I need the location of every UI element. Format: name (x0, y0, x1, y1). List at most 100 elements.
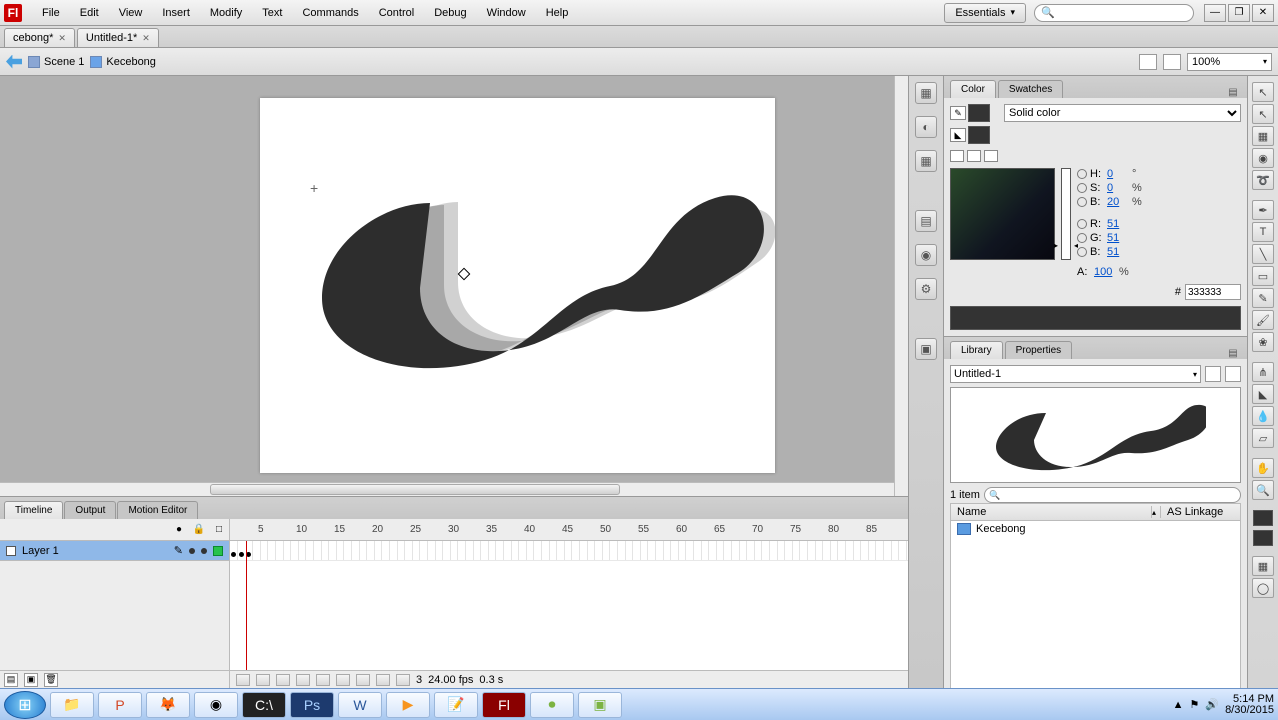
minimize-button[interactable]: — (1204, 4, 1226, 22)
doc-tab-untitled1[interactable]: Untitled-1*✕ (77, 28, 159, 47)
library-header[interactable]: Name▴ AS Linkage (950, 503, 1241, 521)
menu-text[interactable]: Text (252, 3, 292, 23)
taskbar-notes[interactable]: 📝 (434, 692, 478, 718)
delete-layer-button[interactable]: 🗑 (44, 673, 58, 687)
lock-icon[interactable]: 🔒 (193, 524, 205, 536)
lasso-tool[interactable]: ➰ (1252, 170, 1274, 190)
edit-symbols-icon[interactable] (1163, 54, 1181, 70)
bl-value[interactable]: 51 (1107, 246, 1129, 258)
stroke-swatch[interactable] (968, 104, 990, 122)
tab-color[interactable]: Color (950, 80, 996, 98)
zoom-dropdown[interactable]: 100% (1187, 53, 1272, 71)
menu-file[interactable]: File (32, 3, 70, 23)
eraser-tool[interactable]: ▱ (1252, 428, 1274, 448)
color-picker[interactable] (950, 168, 1055, 260)
system-tray[interactable]: ▲ ⚑ 🔊 5:14 PM 8/30/2015 (1173, 694, 1274, 716)
last-frame-button[interactable] (316, 674, 330, 686)
tray-icon[interactable]: ⚑ (1189, 698, 1199, 711)
brush-tool[interactable]: 🖌 (1252, 310, 1274, 330)
tab-output[interactable]: Output (64, 501, 116, 519)
library-item[interactable]: Kecebong (951, 521, 1240, 537)
menu-commands[interactable]: Commands (292, 3, 368, 23)
library-search[interactable]: 🔍 (984, 487, 1241, 503)
first-frame-button[interactable] (236, 674, 250, 686)
tool-option[interactable]: ▦ (1252, 556, 1274, 576)
doc-tab-cebong[interactable]: cebong*✕ (4, 28, 75, 47)
taskbar-cmd[interactable]: C:\ (242, 692, 286, 718)
tray-icon[interactable]: 🔊 (1205, 698, 1219, 711)
panel-icon[interactable]: ⚙ (915, 278, 937, 300)
h-value[interactable]: 0 (1107, 168, 1129, 180)
layer-name[interactable]: Layer 1 (22, 545, 168, 557)
radio-s[interactable] (1077, 183, 1087, 193)
free-transform-tool[interactable]: ▦ (1252, 126, 1274, 146)
menu-control[interactable]: Control (369, 3, 424, 23)
panel-icon[interactable]: ▦ (915, 82, 937, 104)
edit-scene-icon[interactable] (1139, 54, 1157, 70)
edit-multi-button[interactable] (376, 674, 390, 686)
stroke-color[interactable] (1253, 510, 1273, 526)
outline-color[interactable] (213, 546, 223, 556)
onion-skin-button[interactable] (336, 674, 350, 686)
pencil-tool[interactable]: ✎ (1252, 288, 1274, 308)
frame-ruler[interactable]: 510152025303540455055606570758085 (230, 519, 908, 540)
zoom-tool[interactable]: 🔍 (1252, 480, 1274, 500)
deco-tool[interactable]: ❀ (1252, 332, 1274, 352)
close-icon[interactable]: ✕ (142, 33, 150, 44)
bw-button[interactable] (950, 150, 964, 162)
radio-b[interactable] (1077, 197, 1087, 207)
start-button[interactable]: ⊞ (4, 691, 46, 719)
play-button[interactable] (276, 674, 290, 686)
taskbar-flash[interactable]: Fl (482, 692, 526, 718)
tab-swatches[interactable]: Swatches (998, 80, 1063, 98)
taskbar-chrome[interactable]: ◉ (194, 692, 238, 718)
taskbar-camtasia[interactable]: ⏺ (530, 692, 574, 718)
menu-edit[interactable]: Edit (70, 3, 109, 23)
close-button[interactable]: ✕ (1252, 4, 1274, 22)
stage[interactable]: + (260, 98, 775, 473)
onion-markers-button[interactable] (396, 674, 410, 686)
line-tool[interactable]: ╲ (1252, 244, 1274, 264)
new-layer-button[interactable]: ▤ (4, 673, 18, 687)
a-value[interactable]: 100 (1094, 266, 1116, 278)
library-doc-select[interactable]: Untitled-1 (950, 365, 1201, 383)
onion-outline-button[interactable] (356, 674, 370, 686)
hue-slider[interactable]: ◂▸ (1061, 168, 1071, 260)
close-icon[interactable]: ✕ (58, 33, 66, 44)
taskbar-photoshop[interactable]: Ps (290, 692, 334, 718)
r-value[interactable]: 51 (1107, 218, 1129, 230)
taskbar-powerpoint[interactable]: P (98, 692, 142, 718)
lock-dot[interactable] (201, 548, 207, 554)
outline-icon[interactable]: □ (213, 524, 225, 536)
3d-rotation-tool[interactable]: ◉ (1252, 148, 1274, 168)
bone-tool[interactable]: ⋔ (1252, 362, 1274, 382)
menu-window[interactable]: Window (477, 3, 536, 23)
new-lib-button[interactable] (1225, 366, 1241, 382)
tool-option[interactable]: ◯ (1252, 578, 1274, 598)
b-value[interactable]: 20 (1107, 196, 1129, 208)
panel-icon[interactable]: ▣ (915, 338, 937, 360)
visible-dot[interactable] (189, 548, 195, 554)
nocolor-button[interactable] (967, 150, 981, 162)
tab-library[interactable]: Library (950, 341, 1003, 359)
g-value[interactable]: 51 (1107, 232, 1129, 244)
stage-area[interactable]: + (0, 76, 908, 496)
workspace-switcher[interactable]: Essentials (944, 3, 1026, 23)
tab-timeline[interactable]: Timeline (4, 501, 63, 519)
rectangle-tool[interactable]: ▭ (1252, 266, 1274, 286)
symbol-crumb[interactable]: Kecebong (106, 56, 156, 68)
panel-icon[interactable]: ▤ (915, 210, 937, 232)
taskbar-media[interactable]: ▶ (386, 692, 430, 718)
eye-icon[interactable]: ● (173, 524, 185, 536)
panel-menu-icon[interactable]: ▤ (1225, 87, 1241, 98)
menu-help[interactable]: Help (536, 3, 579, 23)
s-value[interactable]: 0 (1107, 182, 1129, 194)
menu-view[interactable]: View (109, 3, 153, 23)
tab-properties[interactable]: Properties (1005, 341, 1073, 359)
swap-button[interactable] (984, 150, 998, 162)
fill-swatch[interactable] (968, 126, 990, 144)
panel-icon[interactable]: ◐ (915, 116, 937, 138)
panel-menu-icon[interactable]: ▤ (1225, 348, 1241, 359)
layer-row[interactable]: Layer 1 ✎ (0, 541, 229, 561)
hand-tool[interactable]: ✋ (1252, 458, 1274, 478)
